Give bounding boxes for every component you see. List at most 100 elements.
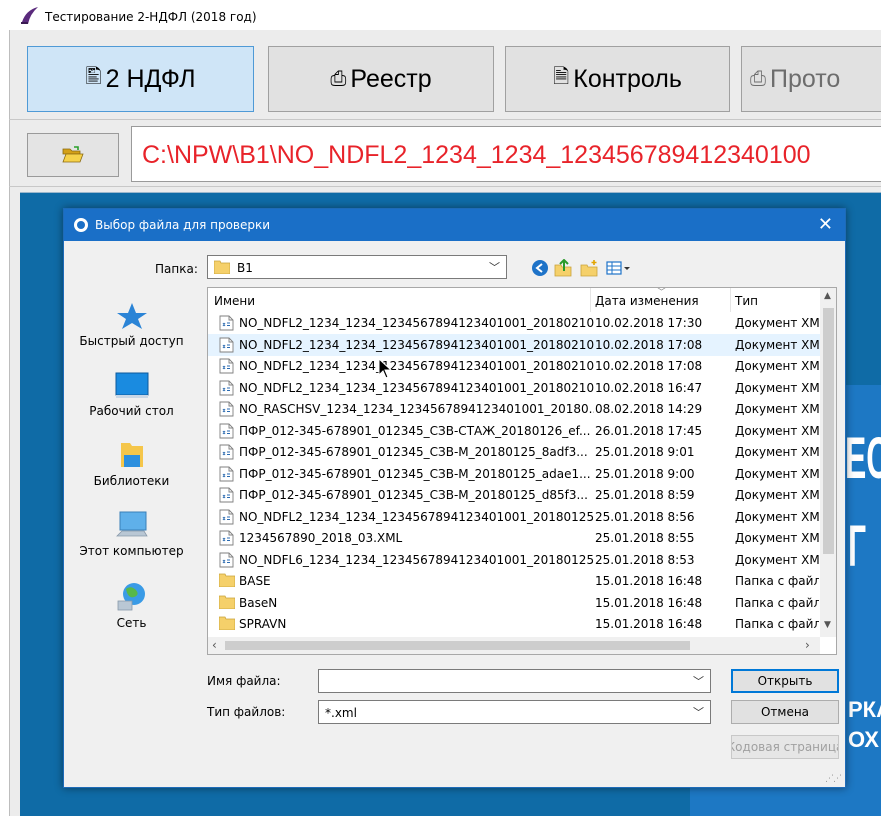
- file-name-cell: ПФР_012-345-678901_012345_СЗВ-М_20180125…: [239, 445, 588, 459]
- column-header-name[interactable]: Имени: [214, 294, 255, 308]
- file-row[interactable]: NO_NDFL2_1234_1234_1234567894123401001_2…: [208, 333, 820, 356]
- file-name-cell: NO_NDFL2_1234_1234_1234567894123401001_2…: [239, 380, 594, 395]
- file-date-cell: 25.01.2018 9:00: [595, 466, 695, 481]
- file-type-cell: Документ XM: [735, 509, 819, 524]
- back-icon[interactable]: [531, 259, 549, 277]
- place-desktop[interactable]: Рабочий стол: [64, 371, 199, 418]
- xml-file-icon: [219, 487, 234, 506]
- column-divider[interactable]: [730, 288, 731, 312]
- file-row[interactable]: ПФР_012-345-678901_012345_СЗВ-М_20180125…: [208, 463, 820, 485]
- column-divider[interactable]: [590, 288, 591, 312]
- tab-control[interactable]: 🗎 Контроль: [505, 46, 730, 112]
- mouse-cursor-icon: [378, 358, 392, 379]
- banner-text: РКА: [848, 697, 881, 722]
- file-row[interactable]: ПФР_012-345-678901_012345_СЗВ-М_20180125…: [208, 484, 820, 506]
- scroll-down-icon[interactable]: ▼: [824, 620, 831, 630]
- places-bar: Быстрый доступ Рабочий стол Библиотеки Э…: [64, 287, 199, 655]
- file-date-cell: 25.01.2018 8:53: [595, 552, 695, 567]
- xml-file-icon: [219, 444, 234, 463]
- place-this-pc[interactable]: Этот компьютер: [64, 509, 199, 558]
- open-button[interactable]: Открыть: [731, 669, 839, 693]
- tab-2ndfl-label: 2 НДФЛ: [105, 64, 196, 93]
- file-name-cell: ПФР_012-345-678901_012345_СЗВ-СТАЖ_20180…: [239, 423, 591, 438]
- file-type-cell: Документ XM: [735, 337, 819, 352]
- file-date-cell: 10.02.2018 16:47: [595, 380, 703, 395]
- xml-file-icon: [219, 380, 234, 399]
- computer-icon: [115, 511, 148, 537]
- file-name-cell: BASE: [239, 574, 271, 588]
- file-row[interactable]: NO_NDFL2_1234_1234_1234567894123401001_2…: [208, 312, 820, 334]
- file-name-combo[interactable]: ﹀: [318, 669, 711, 693]
- scroll-right-icon[interactable]: ›: [805, 638, 810, 652]
- file-type-label: Тип файлов:: [207, 705, 286, 719]
- file-row[interactable]: NO_RASCHSV_1234_1234_1234567894123401001…: [208, 398, 820, 420]
- cancel-button[interactable]: Отмена: [731, 700, 839, 724]
- file-row[interactable]: NO_NDFL6_1234_1234_1234567894123401001_2…: [208, 549, 820, 571]
- file-type-value: *.xml: [325, 706, 357, 720]
- tab-protocol[interactable]: ⎙ Прото: [741, 46, 881, 112]
- file-name-cell: NO_NDFL6_1234_1234_1234567894123401001_2…: [239, 552, 594, 567]
- file-type-cell: Документ XM: [735, 531, 819, 545]
- file-type-cell: Документ XM: [735, 359, 819, 373]
- open-folder-button[interactable]: [27, 133, 119, 177]
- file-row[interactable]: BaseN 15.01.2018 16:48 Папка с файл: [208, 592, 820, 614]
- tab-registry[interactable]: ⎙ Реестр: [268, 46, 494, 112]
- new-folder-icon[interactable]: [580, 259, 598, 277]
- file-name-cell: 1234567890_2018_03.XML: [239, 531, 403, 545]
- divider: [9, 119, 881, 120]
- desktop-icon: [115, 372, 148, 398]
- chevron-down-icon[interactable]: ﹀: [693, 673, 704, 689]
- file-name-cell: NO_NDFL2_1234_1234_1234567894123401001_2…: [239, 509, 594, 524]
- file-row[interactable]: NO_NDFL2_1234_1234_1234567894123401001_2…: [208, 377, 820, 399]
- xml-file-icon: [219, 509, 234, 528]
- banner-text: ЕСТ: [845, 426, 881, 491]
- file-open-dialog: Выбор файла для проверки ✕ Папка: B1 ﹀ Б…: [63, 208, 846, 788]
- file-list[interactable]: ﹀ Имени Дата изменения Тип NO_NDFL2_1234…: [207, 287, 837, 655]
- tab-control-label: Контроль: [573, 64, 682, 93]
- file-type-cell: Папка с файл: [735, 574, 819, 588]
- dialog-title: Выбор файла для проверки: [95, 218, 271, 232]
- xml-file-icon: [219, 423, 234, 442]
- file-type-cell: Документ XM: [735, 552, 819, 567]
- file-date-cell: 26.01.2018 17:45: [595, 423, 703, 438]
- scroll-left-icon[interactable]: ‹: [212, 638, 217, 652]
- file-row[interactable]: NO_NDFL2_1234_1234_1234567894123401001_2…: [208, 506, 820, 528]
- place-quick-access[interactable]: Быстрый доступ: [64, 301, 199, 348]
- horizontal-scrollbar[interactable]: ‹ ›: [208, 637, 820, 654]
- column-header-type[interactable]: Тип: [735, 294, 758, 308]
- close-icon[interactable]: ✕: [818, 215, 833, 235]
- file-name-input[interactable]: [321, 672, 681, 690]
- resize-grip-icon[interactable]: ⋰⋰: [825, 774, 842, 784]
- xml-file-icon: [219, 552, 234, 571]
- register-icon: 🖺: [85, 66, 102, 88]
- file-row[interactable]: 1234567890_2018_03.XML 25.01.2018 8:55 Док…: [208, 527, 820, 549]
- place-label: Быстрый доступ: [79, 334, 184, 348]
- tab-2ndfl[interactable]: 🖺 2 НДФЛ: [27, 46, 254, 112]
- scroll-thumb[interactable]: [823, 308, 834, 554]
- place-libraries[interactable]: Библиотеки: [64, 439, 199, 488]
- file-row[interactable]: NO_NDFL2_1234_1234_1234567894123401001_2…: [208, 355, 820, 377]
- file-row[interactable]: BASE 15.01.2018 16:48 Папка с файл: [208, 570, 820, 592]
- place-network[interactable]: Сеть: [64, 581, 199, 630]
- scroll-thumb[interactable]: [225, 641, 690, 650]
- code-page-button[interactable]: Кодовая страница: [731, 735, 839, 759]
- file-row[interactable]: SPRAVN 15.01.2018 16:48 Папка с файл: [208, 613, 820, 635]
- column-header-date[interactable]: Дата изменения: [595, 294, 699, 308]
- file-date-cell: 25.01.2018 8:59: [595, 488, 695, 502]
- file-name-cell: BaseN: [239, 595, 278, 610]
- place-label: Библиотеки: [93, 474, 170, 488]
- folder-select[interactable]: B1 ﹀: [207, 255, 507, 279]
- file-date-cell: 10.02.2018 17:08: [595, 359, 703, 373]
- chevron-down-icon[interactable]: ﹀: [693, 704, 704, 720]
- place-label: Рабочий стол: [89, 404, 174, 418]
- up-folder-icon[interactable]: [554, 259, 572, 277]
- view-menu-icon[interactable]: [606, 259, 632, 277]
- file-type-select[interactable]: *.xml ﹀: [318, 700, 711, 724]
- file-type-cell: Документ XM: [735, 380, 819, 395]
- scroll-up-icon[interactable]: ▲: [824, 291, 831, 301]
- file-type-cell: Документ XM: [735, 423, 819, 438]
- vertical-scrollbar[interactable]: ▲ ▼: [820, 288, 836, 637]
- file-row[interactable]: ПФР_012-345-678901_012345_СЗВ-М_20180125…: [208, 441, 820, 463]
- file-row[interactable]: ПФР_012-345-678901_012345_СЗВ-СТАЖ_20180…: [208, 420, 820, 442]
- tab-registry-label: Реестр: [350, 64, 432, 93]
